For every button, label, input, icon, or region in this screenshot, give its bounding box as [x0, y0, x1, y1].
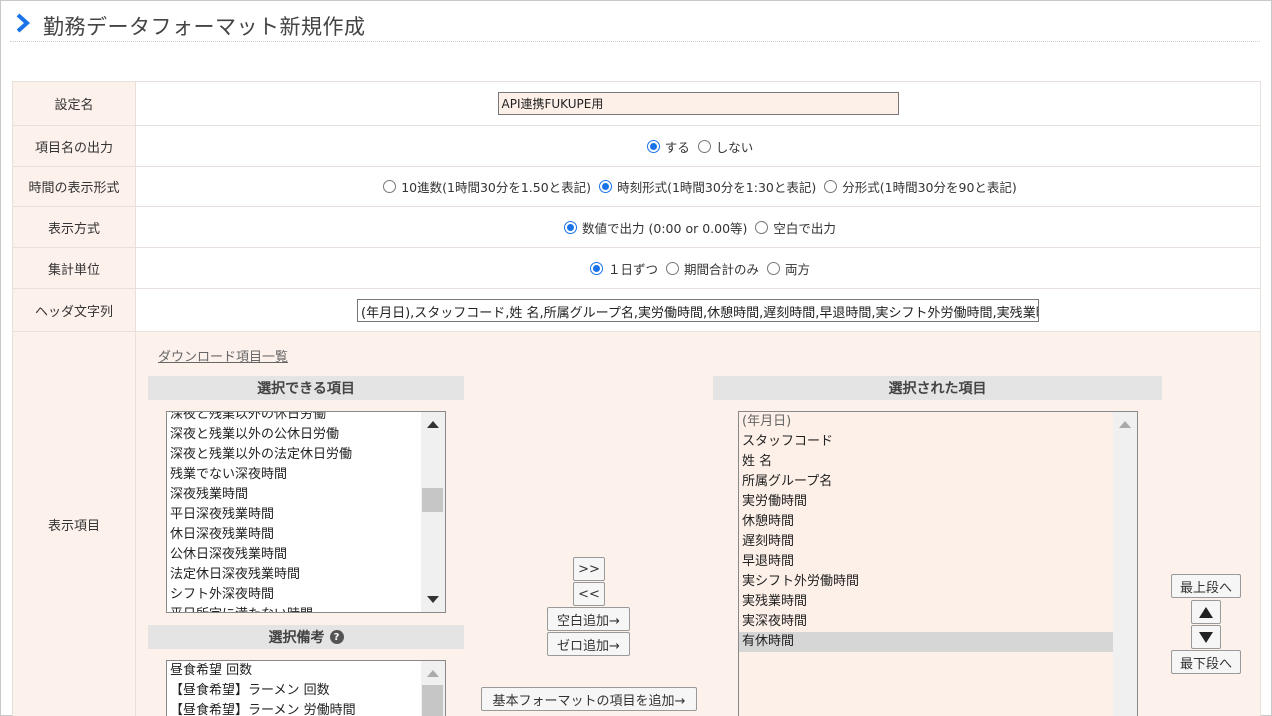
- list-item[interactable]: 深夜と残業以外の法定休日労働: [167, 445, 445, 465]
- item-name-output-yes[interactable]: する: [641, 137, 690, 156]
- scroll-up-icon[interactable]: [1119, 421, 1131, 428]
- list-item[interactable]: 平日深夜残業時間: [167, 505, 445, 525]
- row-aggregation-unit: 集計単位 １日ずつ 期間合計のみ 両方: [13, 248, 1260, 289]
- available-items-list[interactable]: 深夜と残業以外の休日労働 深夜と残業以外の公休日労働 深夜と残業以外の法定休日労…: [166, 411, 446, 613]
- arrow-down-icon: [1199, 631, 1213, 643]
- move-top-button[interactable]: 最上段へ: [1171, 574, 1241, 598]
- scroll-up-icon[interactable]: [427, 670, 439, 677]
- setting-name-input[interactable]: API連携FUKUPE用: [497, 92, 899, 115]
- move-bottom-button[interactable]: 最下段へ: [1171, 650, 1241, 674]
- display-method-number[interactable]: 数値で出力 (0:00 or 0.00等): [558, 218, 747, 237]
- scroll-thumb[interactable]: [422, 685, 443, 716]
- radio-icon[interactable]: [755, 220, 769, 234]
- setting-name-label: 設定名: [13, 82, 136, 125]
- list-item[interactable]: 休日深夜残業時間: [167, 525, 445, 545]
- move-up-button[interactable]: [1191, 600, 1221, 624]
- available-items-content: 深夜と残業以外の休日労働 深夜と残業以外の公休日労働 深夜と残業以外の法定休日労…: [167, 412, 445, 612]
- radio-icon[interactable]: [564, 220, 578, 234]
- header-string-label: ヘッダ文字列: [13, 289, 136, 331]
- add-blank-button[interactable]: 空白追加→: [547, 607, 630, 631]
- radio-icon[interactable]: [383, 180, 397, 193]
- scroll-down-icon[interactable]: [427, 596, 439, 603]
- list-item[interactable]: 実労働時間: [739, 492, 1137, 512]
- list-item[interactable]: 早退時間: [739, 552, 1137, 572]
- row-display-items: 表示項目 ダウンロード項目一覧 選択できる項目 深夜と残業以外の休日労働 深夜と…: [13, 332, 1260, 716]
- list-item[interactable]: 平日所定に満たない時間: [167, 605, 445, 612]
- list-item[interactable]: 公休日深夜残業時間: [167, 545, 445, 565]
- display-method-label: 表示方式: [13, 207, 136, 247]
- radio-icon[interactable]: [646, 139, 660, 153]
- radio-icon[interactable]: [767, 261, 780, 275]
- page-title: 勤務データフォーマット新規作成: [43, 15, 366, 39]
- row-display-method: 表示方式 数値で出力 (0:00 or 0.00等) 空白で出力: [13, 207, 1260, 248]
- scroll-up-icon[interactable]: [427, 421, 439, 428]
- chevron-right-icon: [16, 13, 31, 33]
- move-down-button[interactable]: [1191, 625, 1221, 649]
- list-item[interactable]: 姓 名: [739, 452, 1137, 472]
- time-format-minutes[interactable]: 分形式(1時間30分を90と表記): [818, 177, 1017, 196]
- list-item[interactable]: 残業でない深夜時間: [167, 465, 445, 485]
- display-items-panel: ダウンロード項目一覧 選択できる項目 深夜と残業以外の休日労働 深夜と残業以外の…: [136, 332, 1260, 716]
- list-item[interactable]: (年月日): [739, 412, 1137, 432]
- list-item[interactable]: 【昼食希望】ラーメン 回数: [167, 681, 445, 701]
- list-item[interactable]: 昼食希望 回数: [167, 661, 445, 681]
- list-item[interactable]: 法定休日深夜残業時間: [167, 565, 445, 585]
- list-item[interactable]: シフト外深夜時間: [167, 585, 445, 605]
- page-header: 勤務データフォーマット新規作成: [10, 8, 1260, 42]
- item-name-output-label: 項目名の出力: [13, 126, 136, 166]
- row-setting-name: 設定名 API連携FUKUPE用: [13, 82, 1260, 126]
- list-item[interactable]: 休憩時間: [739, 512, 1137, 532]
- remarks-heading: 選択備考?: [148, 625, 464, 649]
- row-time-format: 時間の表示形式 10進数(1時間30分を1.50と表記) 時刻形式(1時間30分…: [13, 167, 1260, 207]
- remarks-list[interactable]: 昼食希望 回数 【昼食希望】ラーメン 回数 【昼食希望】ラーメン 労働時間: [166, 660, 446, 716]
- row-item-name-output: 項目名の出力 する しない: [13, 126, 1260, 167]
- aggregation-daily[interactable]: １日ずつ: [584, 259, 658, 278]
- add-basic-format-button[interactable]: 基本フォーマットの項目を追加→: [481, 687, 697, 711]
- list-item[interactable]: 遅刻時間: [739, 532, 1137, 552]
- add-zero-button[interactable]: ゼロ追加→: [547, 632, 630, 656]
- row-header-string: ヘッダ文字列 (年月日),スタッフコード,姓 名,所属グループ名,実労働時間,休…: [13, 289, 1260, 332]
- format-form: 設定名 API連携FUKUPE用 項目名の出力 する しない 時間の表示形式 1…: [12, 81, 1261, 716]
- list-item-selected[interactable]: 有休時間: [739, 632, 1113, 652]
- scroll-thumb[interactable]: [422, 488, 443, 512]
- display-method-blank[interactable]: 空白で出力: [749, 218, 836, 237]
- scrollbar[interactable]: [421, 412, 445, 612]
- aggregation-both[interactable]: 両方: [761, 259, 810, 278]
- selected-items-heading: 選択された項目: [713, 376, 1162, 400]
- item-name-output-no[interactable]: しない: [692, 137, 753, 156]
- list-item[interactable]: 実シフト外労働時間: [739, 572, 1137, 592]
- radio-icon[interactable]: [599, 180, 613, 193]
- list-item[interactable]: 【昼食希望】ラーメン 労働時間: [167, 701, 445, 716]
- list-item[interactable]: 深夜残業時間: [167, 485, 445, 505]
- aggregation-period-total[interactable]: 期間合計のみ: [660, 259, 759, 278]
- help-icon[interactable]: ?: [329, 630, 344, 644]
- available-items-heading: 選択できる項目: [148, 376, 464, 400]
- time-format-clock[interactable]: 時刻形式(1時間30分を1:30と表記): [593, 177, 816, 196]
- scrollbar[interactable]: [421, 661, 445, 716]
- scrollbar[interactable]: [1113, 412, 1137, 716]
- list-item[interactable]: 所属グループ名: [739, 472, 1137, 492]
- header-string-input[interactable]: (年月日),スタッフコード,姓 名,所属グループ名,実労働時間,休憩時間,遅刻時…: [357, 298, 1039, 322]
- display-items-label: 表示項目: [13, 332, 136, 716]
- time-format-label: 時間の表示形式: [13, 167, 136, 206]
- time-format-decimal[interactable]: 10進数(1時間30分を1.50と表記): [377, 177, 591, 196]
- radio-icon[interactable]: [824, 180, 838, 193]
- add-item-button[interactable]: >>: [573, 557, 605, 581]
- radio-icon[interactable]: [665, 261, 679, 275]
- radio-icon[interactable]: [697, 139, 711, 153]
- selected-items-list[interactable]: (年月日) スタッフコード 姓 名 所属グループ名 実労働時間 休憩時間 遅刻時…: [738, 411, 1138, 716]
- list-item[interactable]: 深夜と残業以外の休日労働: [167, 412, 445, 425]
- list-item[interactable]: 実残業時間: [739, 592, 1137, 612]
- aggregation-unit-label: 集計単位: [13, 248, 136, 288]
- radio-icon[interactable]: [589, 261, 603, 275]
- list-item[interactable]: 深夜と残業以外の公休日労働: [167, 425, 445, 445]
- list-item[interactable]: 実深夜時間: [739, 612, 1137, 632]
- list-item[interactable]: スタッフコード: [739, 432, 1137, 452]
- remove-item-button[interactable]: <<: [573, 582, 605, 606]
- arrow-up-icon: [1199, 606, 1213, 618]
- download-items-link[interactable]: ダウンロード項目一覧: [158, 346, 288, 365]
